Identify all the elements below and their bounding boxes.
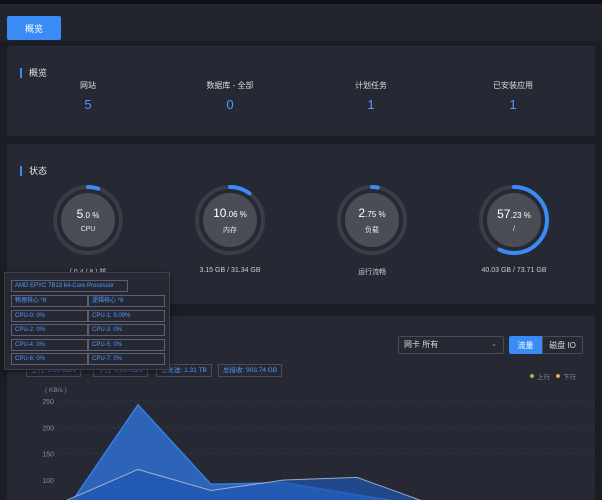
nic-select-value: 所有 — [422, 340, 439, 349]
overview-value[interactable]: 0 — [170, 97, 290, 112]
gauge-value-unit: % — [90, 211, 100, 220]
gauge-label: 负载 — [365, 226, 379, 234]
title-accent-bar — [20, 67, 22, 78]
cpu-core-3: CPU-3: 0% — [88, 324, 165, 336]
cpu-logical-cores: 逻辑核心 *8 — [88, 295, 165, 307]
title-accent-bar — [20, 165, 22, 176]
status-title-text: 状态 — [29, 166, 48, 176]
overview-title-text: 概览 — [29, 68, 48, 78]
overview-value[interactable]: 1 — [311, 97, 431, 112]
legend-down-label: 下行 — [563, 374, 576, 381]
gauge-label: / — [513, 226, 515, 233]
overview-label: 计划任务 — [355, 81, 387, 90]
gauge-value-dec: .75 — [365, 209, 377, 219]
overview-label: 网站 — [80, 81, 96, 90]
overview-label: 已安装应用 — [493, 81, 533, 90]
cpu-processor: AMD EPYC 7B13 64-Core Processor — [11, 280, 128, 292]
overview-value[interactable]: 1 — [453, 97, 573, 112]
gauge-value-unit: % — [237, 209, 247, 219]
cpu-core-5: CPU-5: 0% — [88, 339, 165, 351]
gauge-center: 57.23 % / — [487, 193, 541, 247]
legend-download[interactable]: 下行 — [556, 371, 576, 381]
cpu-core-1: CPU-1: 9.09% — [88, 310, 165, 322]
overview-item-cron[interactable]: 计划任务 1 — [311, 80, 431, 112]
gauge-value: 10.06 % — [213, 206, 247, 220]
gauge-value-int: 57 — [497, 207, 511, 221]
cpu-core-6: CPU-6: 0% — [11, 353, 88, 365]
overview-value[interactable]: 5 — [28, 97, 148, 112]
disk-gauge[interactable]: 57.23 % / — [478, 184, 550, 256]
gauge-value-unit: % — [376, 209, 386, 219]
legend-down-dot — [556, 374, 560, 378]
overview-title: 概览 — [20, 66, 47, 79]
gauge-value-int: 10 — [213, 205, 227, 220]
gauge-label: CPU — [80, 226, 96, 233]
gauge-value-dec: .06 — [226, 209, 238, 219]
gauge-center: 5.0 % CPU — [61, 193, 115, 247]
cpu-tooltip: AMD EPYC 7B13 64-Core Processor 物理核心 *8 … — [4, 272, 170, 370]
legend-up-label: 上行 — [537, 374, 550, 381]
load-gauge[interactable]: 2.75 % 负载 — [336, 184, 408, 256]
overview-item-sites[interactable]: 网站 5 — [28, 80, 148, 112]
cpu-gauge[interactable]: 5.0 % CPU — [52, 184, 124, 256]
overview-label: 数据库 - 全部 — [206, 81, 254, 90]
cpu-core-2: CPU-2: 0% — [11, 324, 88, 336]
stat-total-received: 总接收: 903.74 GB — [218, 364, 283, 377]
disk-io-button[interactable]: 磁盘 IO — [542, 336, 583, 354]
gauge-value-unit: % — [521, 211, 531, 220]
cpu-core-4: CPU-4: 0% — [11, 339, 88, 351]
cpu-physical-cores: 物理核心 *8 — [11, 295, 88, 307]
cpu-core-0: CPU-0: 0% — [11, 310, 88, 322]
memory-gauge[interactable]: 10.06 % 内存 — [194, 184, 266, 256]
chevron-down-icon: ⌄ — [491, 341, 497, 348]
traffic-button[interactable]: 流量 — [509, 336, 542, 354]
tab-overview[interactable]: 概览 — [7, 16, 61, 40]
cpu-core-7: CPU-7: 0% — [88, 353, 165, 365]
gauge-value-dec: .0 — [83, 211, 90, 220]
gauge-value: 5.0 % — [77, 207, 100, 221]
disk-usage-text: 40.03 GB / 73.71 GB — [481, 267, 547, 274]
gauge-center: 10.06 % 内存 — [203, 193, 257, 247]
gauge-value: 57.23 % — [497, 207, 531, 221]
gauge-value: 2.75 % — [358, 206, 385, 220]
memory-usage-text: 3.15 GB / 31.34 GB — [199, 267, 261, 274]
legend-upload[interactable]: 上行 — [530, 371, 550, 381]
nic-select[interactable]: 网卡 所有 ⌄ — [398, 336, 504, 354]
tab-bar: 概览 — [0, 4, 602, 41]
status-title: 状态 — [20, 164, 47, 177]
gauge-value-dec: .23 — [510, 211, 522, 220]
gauge-label: 内存 — [223, 226, 237, 234]
gauge-center: 2.75 % 负载 — [345, 193, 399, 247]
overview-item-apps[interactable]: 已安装应用 1 — [453, 80, 573, 112]
nic-select-label: 网卡 — [404, 340, 420, 349]
legend-up-dot — [530, 374, 534, 378]
overview-item-databases[interactable]: 数据库 - 全部 0 — [170, 80, 290, 112]
load-status-text: 运行流畅 — [358, 269, 386, 276]
